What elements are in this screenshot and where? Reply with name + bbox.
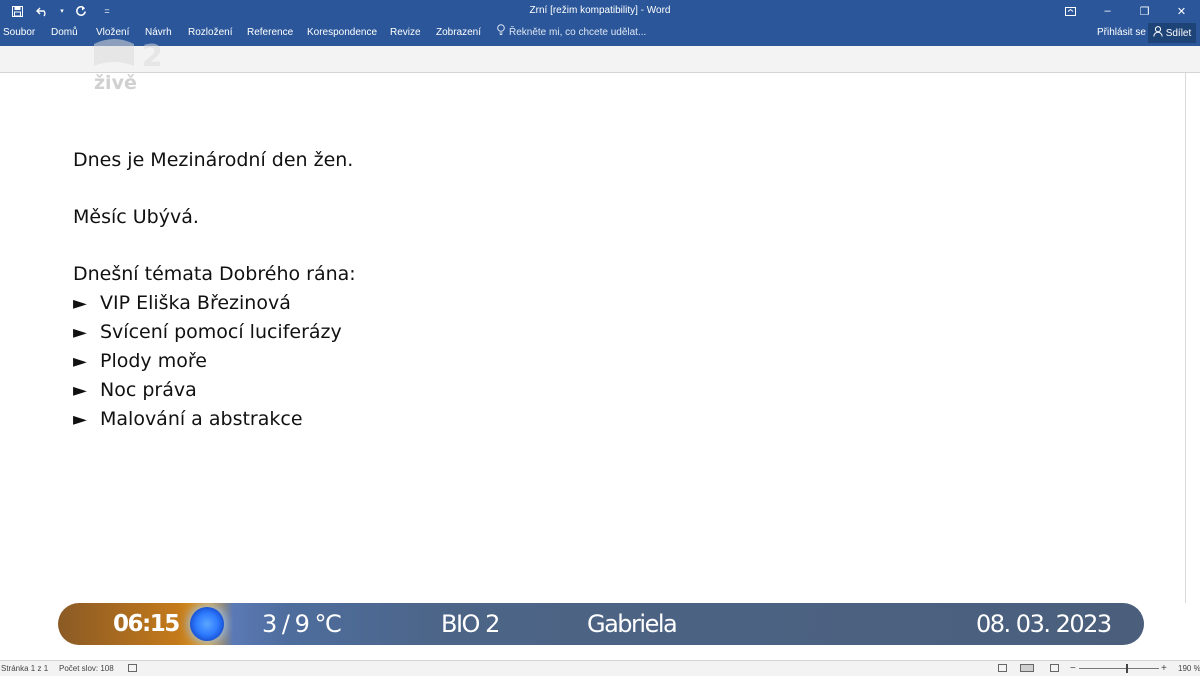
person-icon	[1153, 26, 1163, 40]
lightbulb-icon	[497, 22, 505, 44]
close-icon[interactable]: ✕	[1163, 0, 1200, 22]
logo-text: živě	[94, 72, 137, 94]
tab-mailings[interactable]: Korespondence	[307, 22, 377, 44]
page-edge	[1185, 73, 1186, 603]
list-item: ► Plody moře	[73, 347, 773, 376]
print-layout-icon[interactable]	[1020, 664, 1034, 672]
ticker-channel: BIO 2	[441, 610, 500, 638]
list-item-text: Noc práva	[100, 379, 197, 401]
title-bar: ▾ = Zrní [režim kompatibility] - Word – …	[0, 0, 1200, 22]
zoom-in-button[interactable]: +	[1161, 661, 1167, 676]
zoom-level[interactable]: 190 %	[1178, 661, 1200, 676]
bullet-arrow-icon: ►	[73, 322, 87, 343]
tab-file[interactable]: Soubor	[3, 22, 35, 44]
list-item: ► VIP Eliška Březinová	[73, 289, 773, 318]
tab-layout[interactable]: Rozložení	[188, 22, 232, 44]
ticker-date: 08. 03. 2023	[976, 610, 1112, 638]
ticker-time: 06:15	[113, 611, 180, 637]
bullet-arrow-icon: ►	[73, 380, 87, 401]
read-mode-icon[interactable]	[998, 664, 1007, 672]
share-label: Sdílet	[1165, 27, 1192, 39]
ribbon-collapsed-strip	[0, 46, 1200, 73]
sign-in-link[interactable]: Přihlásit se	[1097, 22, 1146, 44]
list-item: ► Svícení pomocí luciferázy	[73, 318, 773, 347]
chevron-down-icon[interactable]: ▾	[58, 1, 66, 21]
tab-review[interactable]: Revize	[390, 22, 421, 44]
tell-me-search[interactable]: Řekněte mi, co chcete udělat...	[497, 22, 646, 44]
tell-me-placeholder: Řekněte mi, co chcete udělat...	[509, 27, 647, 38]
list-item-text: Svícení pomocí luciferázy	[100, 321, 342, 343]
zoom-slider-thumb[interactable]	[1126, 664, 1128, 673]
minimize-icon[interactable]: –	[1089, 0, 1126, 22]
share-button[interactable]: Sdílet	[1148, 23, 1196, 43]
list-item: ► Malování a abstrakce	[73, 405, 773, 434]
redo-icon[interactable]	[70, 1, 92, 21]
undo-icon[interactable]	[32, 1, 54, 21]
tv-info-ticker: 06:15 3 / 9 °C BIO 2 Gabriela 08. 03. 20…	[58, 603, 1144, 645]
ticker-name-day: Gabriela	[587, 610, 678, 638]
bullet-arrow-icon: ►	[73, 351, 87, 372]
list-item-text: Plody moře	[100, 350, 207, 372]
list-item-text: VIP Eliška Březinová	[100, 292, 291, 314]
customize-qat-icon[interactable]: =	[96, 1, 118, 21]
web-layout-icon[interactable]	[1050, 664, 1059, 672]
zoom-out-button[interactable]: −	[1070, 661, 1076, 676]
save-icon[interactable]	[6, 1, 28, 21]
tab-home[interactable]: Domů	[51, 22, 78, 44]
list-item-text: Malování a abstrakce	[100, 408, 303, 430]
window-controls: – ❐ ✕	[1052, 0, 1200, 22]
ticker-temperature: 3 / 9 °C	[262, 610, 342, 638]
tab-references[interactable]: Reference	[247, 22, 293, 44]
tab-view[interactable]: Zobrazení	[436, 22, 481, 44]
status-bar: Stránka 1 z 1 Počet slov: 108 − + 190 %	[0, 660, 1200, 676]
bullet-arrow-icon: ►	[73, 409, 87, 430]
paragraph-holiday: Dnes je Mezinárodní den žen.	[73, 149, 354, 171]
list-item: ► Noc práva	[73, 376, 773, 405]
proofing-icon[interactable]	[128, 664, 137, 672]
paragraph-moon: Měsíc Ubývá.	[73, 206, 199, 228]
page-indicator[interactable]: Stránka 1 z 1	[1, 661, 48, 676]
quick-access-toolbar: ▾ =	[6, 0, 118, 22]
bullet-arrow-icon: ►	[73, 293, 87, 314]
ribbon-display-options-icon[interactable]	[1052, 0, 1089, 22]
word-count[interactable]: Počet slov: 108	[59, 661, 114, 676]
restore-icon[interactable]: ❐	[1126, 0, 1163, 22]
logo-mark-text: 2	[142, 39, 163, 74]
window-title: Zrní [režim kompatibility] - Word	[529, 5, 671, 16]
topics-heading: Dnešní témata Dobrého rána:	[73, 263, 356, 285]
weather-orb-icon	[190, 607, 224, 641]
ribbon-tabs: Soubor Domů Vložení Návrh Rozložení Refe…	[0, 22, 1200, 46]
document-body: Dnes je Mezinárodní den žen. Měsíc Ubývá…	[73, 146, 773, 434]
zoom-slider-track[interactable]	[1079, 668, 1159, 669]
